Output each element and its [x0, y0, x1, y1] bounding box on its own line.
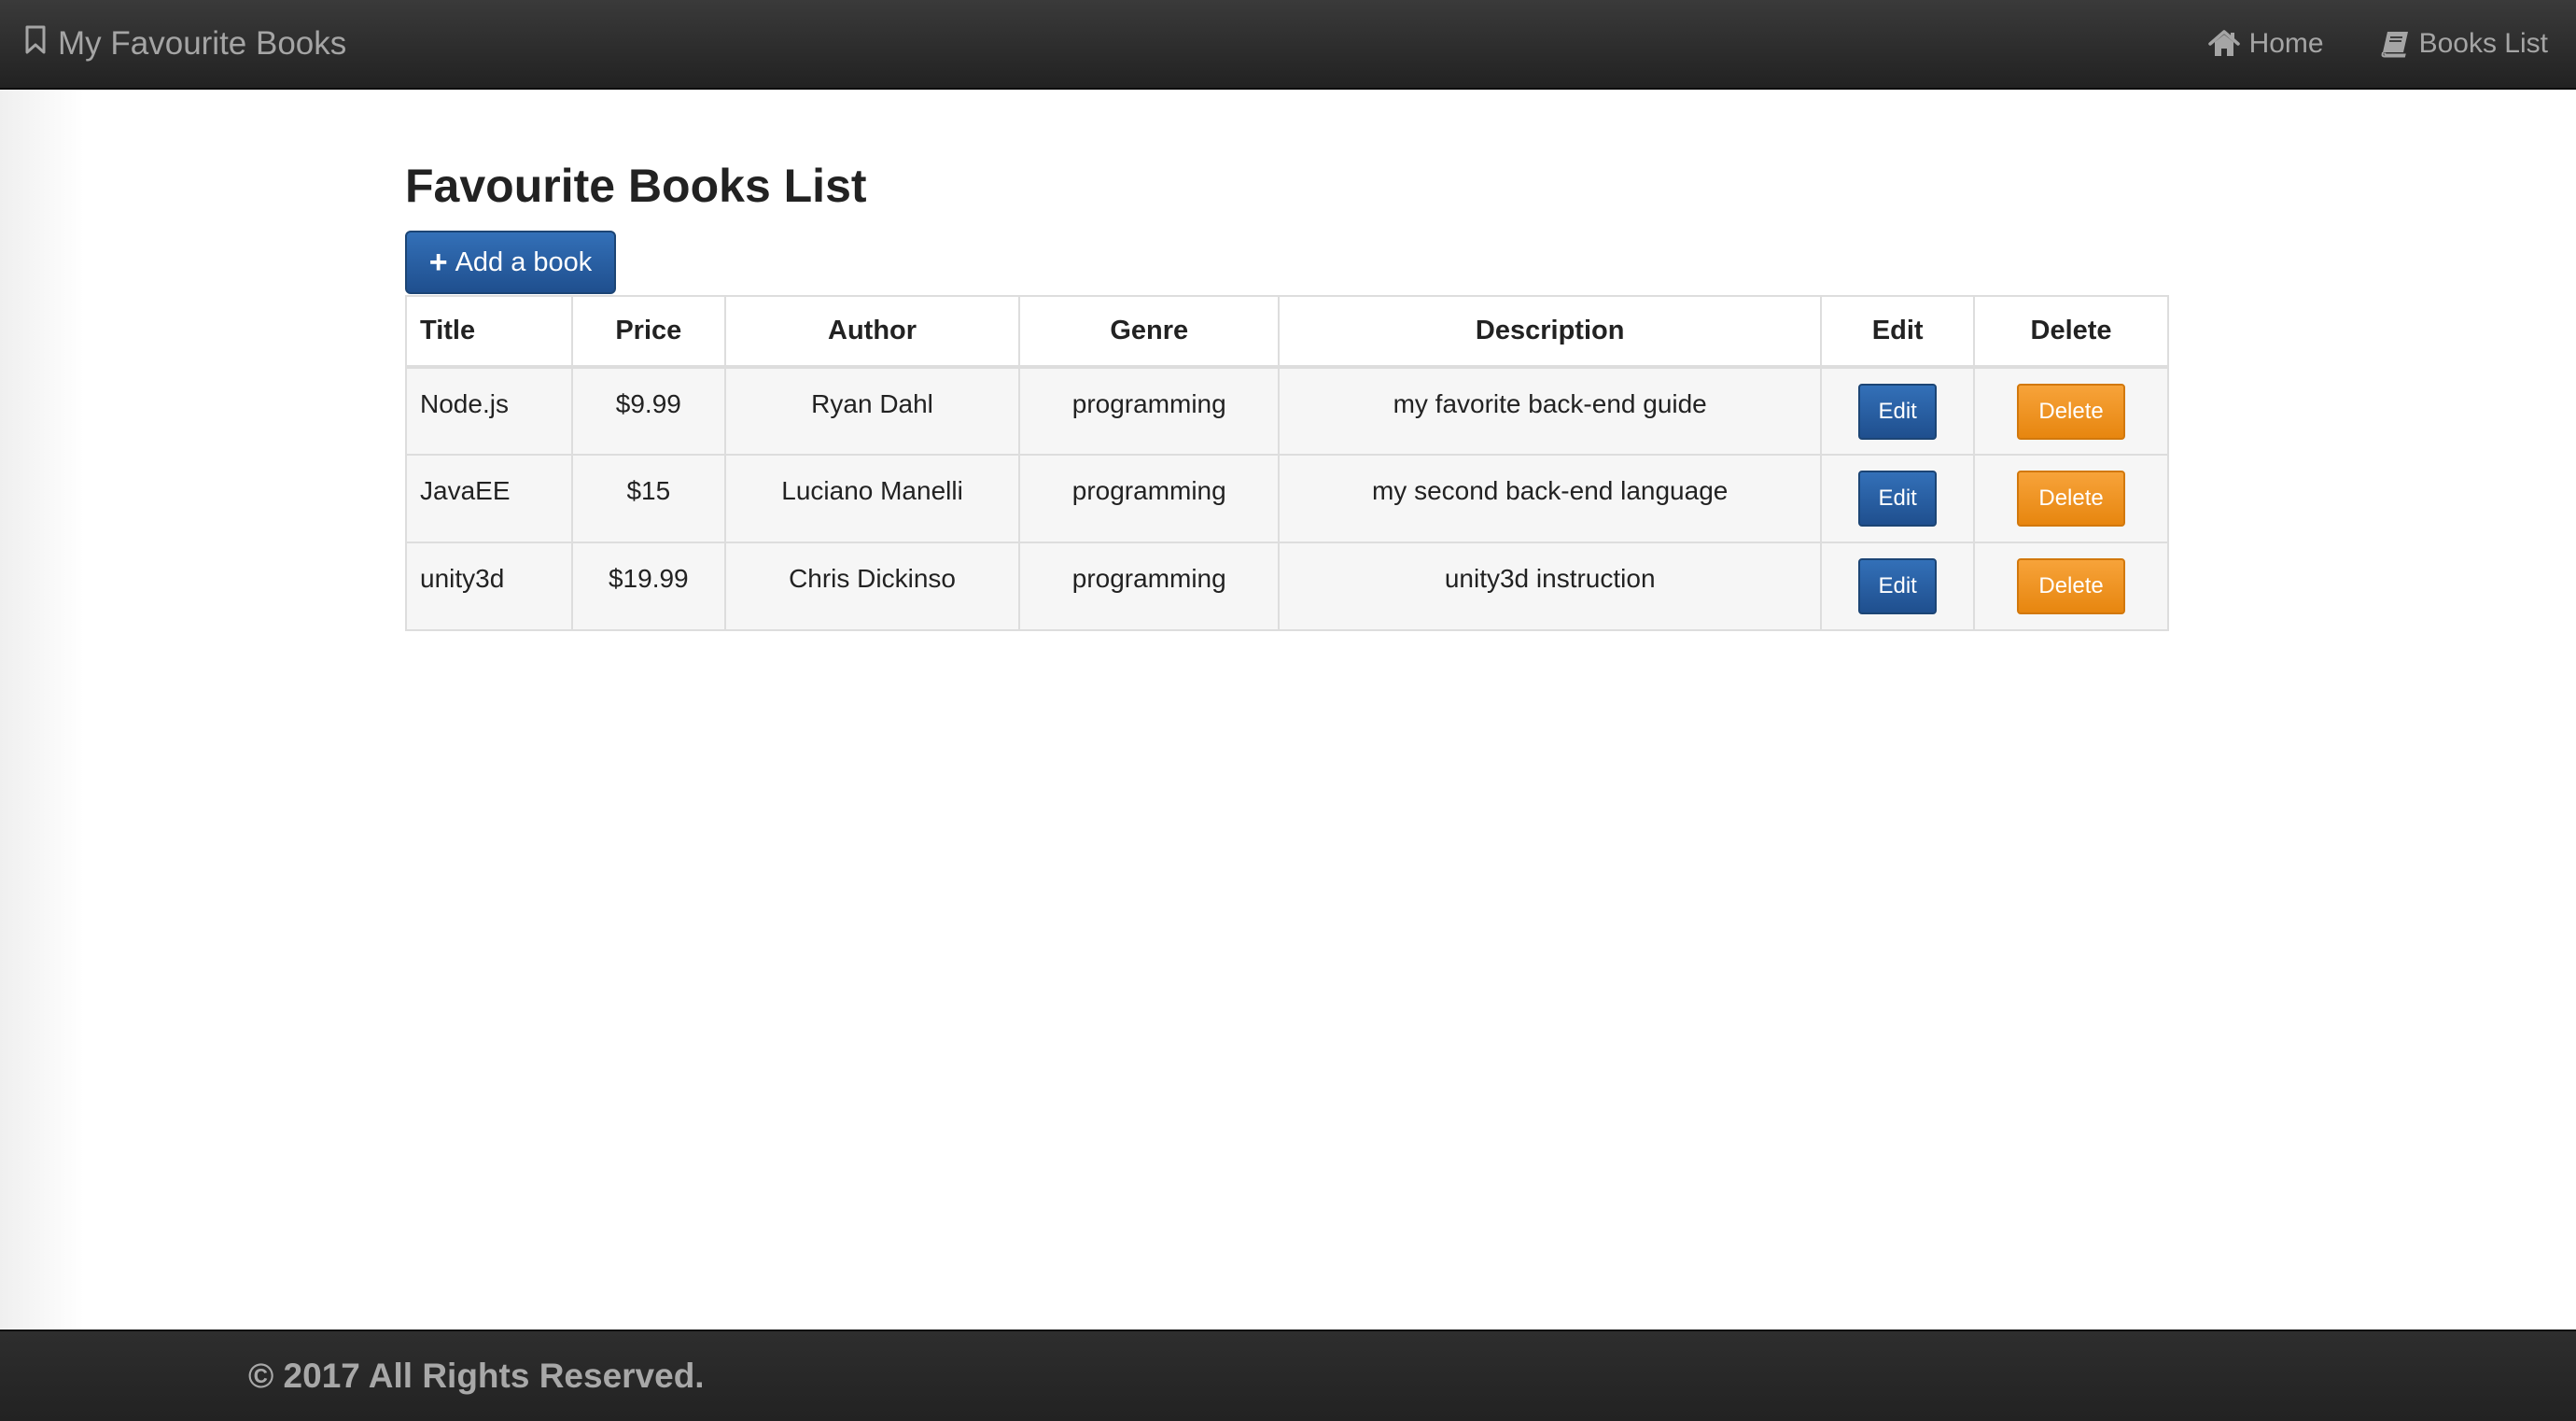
nav-link-home-label: Home: [2248, 28, 2324, 59]
nav-link-home[interactable]: Home: [2207, 28, 2324, 60]
table-row: JavaEE $15 Luciano Manelli programming m…: [405, 454, 2169, 543]
plus-icon: +: [428, 245, 448, 280]
cell-title: unity3d: [405, 542, 573, 631]
navbar: My Favourite Books Home Books List: [0, 0, 2576, 90]
edit-button[interactable]: Edit: [1858, 558, 1938, 614]
cell-edit: Edit: [1820, 454, 1976, 543]
cell-author: Chris Dickinso: [723, 542, 1021, 631]
cell-title: Node.js: [405, 366, 573, 456]
page-title: Favourite Books List: [405, 160, 867, 212]
books-table: Title Price Author Genre Description Edi…: [405, 295, 2169, 631]
column-header-edit: Edit: [1820, 295, 1976, 369]
cell-delete: Delete: [1973, 366, 2169, 456]
nav-links: Home Books List: [2152, 0, 2548, 88]
cell-edit: Edit: [1820, 542, 1976, 631]
cell-price: $19.99: [570, 542, 726, 631]
book-icon: [2380, 30, 2410, 58]
column-header-description: Description: [1278, 295, 1823, 369]
table-row: Node.js $9.99 Ryan Dahl programming my f…: [405, 366, 2169, 456]
footer: © 2017 All Rights Reserved.: [0, 1330, 2576, 1421]
cell-description: unity3d instruction: [1278, 542, 1823, 631]
column-header-delete: Delete: [1973, 295, 2169, 369]
brand-link[interactable]: My Favourite Books: [24, 0, 346, 88]
cell-price: $9.99: [570, 366, 726, 456]
page-side-shade: [0, 90, 84, 1330]
cell-description: my second back-end language: [1278, 454, 1823, 543]
bookmark-icon: [24, 25, 47, 63]
edit-button[interactable]: Edit: [1858, 383, 1938, 440]
cell-delete: Delete: [1973, 542, 2169, 631]
cell-genre: programming: [1018, 366, 1281, 456]
cell-description: my favorite back-end guide: [1278, 366, 1823, 456]
column-header-title: Title: [405, 295, 573, 369]
delete-button[interactable]: Delete: [2017, 471, 2126, 527]
cell-title: JavaEE: [405, 454, 573, 543]
cell-delete: Delete: [1973, 454, 2169, 543]
delete-button[interactable]: Delete: [2017, 383, 2126, 440]
add-book-button[interactable]: + Add a book: [405, 231, 616, 294]
delete-button[interactable]: Delete: [2017, 558, 2126, 614]
column-header-genre: Genre: [1018, 295, 1281, 369]
home-icon: [2207, 30, 2240, 58]
table-row: unity3d $19.99 Chris Dickinso programmin…: [405, 542, 2169, 631]
cell-genre: programming: [1018, 454, 1281, 543]
add-book-button-label: Add a book: [455, 246, 593, 277]
copyright-text: © 2017 All Rights Reserved.: [248, 1357, 705, 1395]
brand-label: My Favourite Books: [58, 25, 347, 62]
cell-price: $15: [570, 454, 726, 543]
table-header-row: Title Price Author Genre Description Edi…: [405, 295, 2169, 369]
edit-button[interactable]: Edit: [1858, 471, 1938, 527]
cell-edit: Edit: [1820, 366, 1976, 456]
column-header-price: Price: [570, 295, 726, 369]
nav-link-books-list-label: Books List: [2418, 28, 2548, 59]
cell-author: Luciano Manelli: [723, 454, 1021, 543]
cell-author: Ryan Dahl: [723, 366, 1021, 456]
cell-genre: programming: [1018, 542, 1281, 631]
column-header-author: Author: [723, 295, 1021, 369]
nav-link-books-list[interactable]: Books List: [2380, 28, 2548, 60]
